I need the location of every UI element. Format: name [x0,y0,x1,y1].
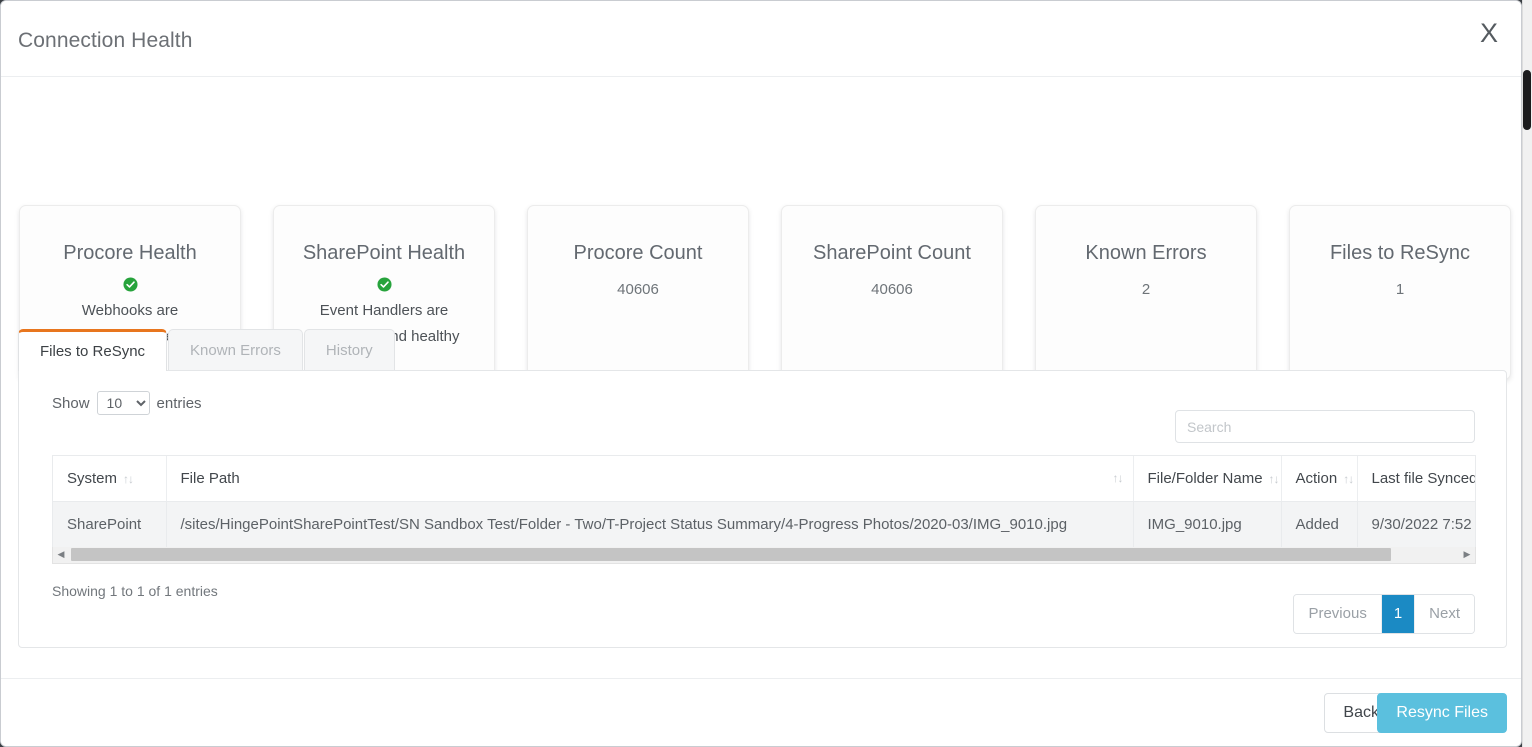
card-value: 40606 [528,281,748,298]
card-status-line-1: Event Handlers are [274,298,494,324]
tab-files-to-resync[interactable]: Files to ReSync [18,329,167,371]
table-body: SharePoint /sites/HingePointSharePointTe… [53,501,1476,547]
showing-entries-info: Showing 1 to 1 of 1 entries [52,583,218,599]
column-label: File/Folder Name [1148,470,1263,487]
cell-action: Added [1281,501,1357,547]
pagination-previous[interactable]: Previous [1294,595,1381,633]
card-value: 1 [1290,281,1510,298]
card-title: SharePoint Health [274,241,494,265]
column-label: System [67,470,117,487]
stat-card-known-errors: Known Errors 2 [1035,205,1257,380]
sort-icon: ↑↓ [1343,472,1353,486]
entries-label: entries [157,395,202,412]
page-title: Connection Health [18,29,192,53]
entries-length-control: Show 10 25 50 100 entries [52,391,202,415]
card-value: 40606 [782,281,1002,298]
pagination-page-1[interactable]: 1 [1382,595,1415,633]
table-controls: Show 10 25 50 100 entries [19,371,1506,431]
sort-icon: ↑↓ [1269,472,1279,486]
cell-system: SharePoint [53,501,166,547]
column-header-action[interactable]: Action ↑↓ [1281,456,1357,501]
horizontal-scrollbar[interactable]: ◀ ▶ [52,547,1476,564]
column-label: Last file Synced [1372,470,1477,487]
column-label: Action [1296,470,1338,487]
pagination-next[interactable]: Next [1415,595,1474,633]
page-scrollbar-thumb[interactable] [1523,70,1531,130]
scroll-right-arrow-icon[interactable]: ▶ [1459,547,1475,562]
resync-files-table: System↑↓ File Path↑↓ File/Folder Name↑↓ … [53,456,1476,547]
entries-select[interactable]: 10 25 50 100 [97,391,150,415]
resync-files-button[interactable]: Resync Files [1377,693,1507,733]
table-scroll-container: System↑↓ File Path↑↓ File/Folder Name↑↓ … [52,455,1476,547]
cell-file-name: IMG_9010.jpg [1133,501,1281,547]
card-title: Procore Health [20,241,240,265]
stat-card-procore-count: Procore Count 40606 [527,205,749,380]
page-scrollbar-track[interactable] [1522,0,1532,747]
card-status-line-1: Webhooks are [20,298,240,324]
column-header-system[interactable]: System ↑↓ [53,456,166,501]
card-title: Known Errors [1036,241,1256,265]
sort-icon: ↑↓ [123,472,133,486]
tab-bar: Files to ReSync Known Errors History [18,328,396,371]
tab-known-errors[interactable]: Known Errors [168,329,303,371]
card-title: Files to ReSync [1290,241,1510,265]
files-to-resync-panel: Show 10 25 50 100 entries System ↑↓ [18,370,1507,648]
column-header-file-path[interactable]: File Path ↑↓ [166,456,1133,501]
sort-icon: ↑↓ [1113,471,1123,485]
stat-card-sharepoint-count: SharePoint Count 40606 [781,205,1003,380]
check-circle-icon [377,277,392,292]
modal-header: Connection Health X [1,1,1521,77]
cell-file-path: /sites/HingePointSharePointTest/SN Sandb… [166,501,1133,547]
stat-cards-row: Procore Health Webhooks are connected an… [1,77,1522,330]
check-circle-icon [123,277,138,292]
cell-last-synced: 9/30/2022 7:52 [1357,501,1476,547]
stat-card-files-to-resync: Files to ReSync 1 [1289,205,1511,380]
close-icon[interactable]: X [1469,13,1509,53]
connection-health-modal: Connection Health X Procore Health Webho… [0,0,1522,747]
card-title: Procore Count [528,241,748,265]
table-header: System↑↓ File Path↑↓ File/Folder Name↑↓ … [53,456,1476,501]
column-header-file-folder-name[interactable]: File/Folder Name ↑↓ [1133,456,1281,501]
table-header-row: System↑↓ File Path↑↓ File/Folder Name↑↓ … [53,456,1476,501]
card-title: SharePoint Count [782,241,1002,265]
search-input[interactable] [1175,410,1475,443]
tab-history[interactable]: History [304,329,395,371]
pagination: Previous 1 Next [1293,594,1475,634]
column-label: File Path [181,470,240,487]
card-value: 2 [1036,281,1256,298]
show-label: Show [52,395,90,412]
modal-footer: Back Resync Files [1,678,1522,746]
scrollbar-thumb[interactable] [71,548,1391,561]
table-row[interactable]: SharePoint /sites/HingePointSharePointTe… [53,501,1476,547]
scroll-left-arrow-icon[interactable]: ◀ [53,547,69,562]
column-header-last-file-synced[interactable]: Last file Synced↑↓ [1357,456,1476,501]
